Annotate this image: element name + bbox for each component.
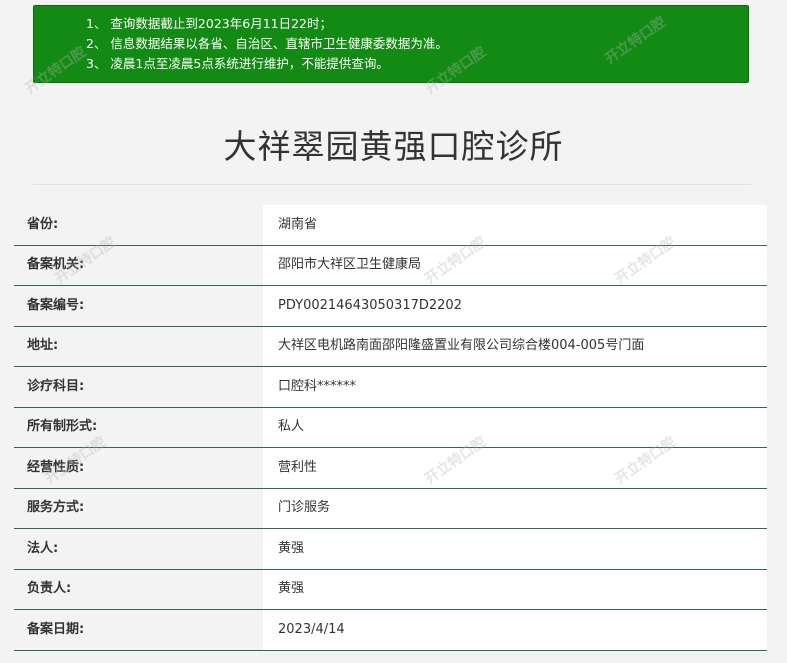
row-filing-date: 备案日期: 2023/4/14 — [14, 610, 767, 651]
row-label: 备案机关: — [14, 246, 263, 285]
row-label: 负责人: — [14, 570, 263, 609]
row-person-in-charge: 负责人: 黄强 — [14, 570, 767, 610]
row-value: 黄强 — [263, 570, 767, 609]
row-value: 2023/4/14 — [263, 610, 767, 650]
row-label: 法人: — [14, 529, 263, 569]
row-value: PDY00214643050317D2202 — [263, 286, 767, 326]
page-title: 大祥翠园黄强口腔诊所 — [223, 127, 564, 166]
row-business-nature: 经营性质: 营利性 — [14, 448, 767, 489]
row-label: 备案日期: — [14, 610, 263, 650]
row-address: 地址: 大祥区电机路南面邵阳隆盛置业有限公司综合楼004-005号门面 — [14, 327, 767, 367]
notice-line-1: 1、 查询数据截止到2023年6月11日22时； — [86, 16, 333, 31]
row-value: 门诊服务 — [263, 489, 767, 528]
row-value: 私人 — [263, 408, 767, 447]
notice-line-3: 3、 凌晨1点至凌晨5点系统进行维护，不能提供查询。 — [86, 56, 389, 71]
row-legal-person: 法人: 黄强 — [14, 529, 767, 570]
title-divider — [33, 184, 751, 185]
row-value: 湖南省 — [263, 205, 767, 245]
row-ownership: 所有制形式: 私人 — [14, 408, 767, 448]
row-filing-number: 备案编号: PDY00214643050317D2202 — [14, 286, 767, 327]
row-value: 口腔科****** — [263, 367, 767, 407]
notice-line-2: 2、 信息数据结果以各省、自治区、直辖市卫生健康委数据为准。 — [86, 36, 448, 51]
row-label: 服务方式: — [14, 489, 263, 528]
row-province: 省份: 湖南省 — [14, 205, 767, 246]
row-value: 大祥区电机路南面邵阳隆盛置业有限公司综合楼004-005号门面 — [263, 327, 767, 366]
row-label: 省份: — [14, 205, 263, 245]
row-value: 营利性 — [263, 448, 767, 488]
row-label: 经营性质: — [14, 448, 263, 488]
row-value: 邵阳市大祥区卫生健康局 — [263, 246, 767, 285]
notice-banner: 1、 查询数据截止到2023年6月11日22时； 2、 信息数据结果以各省、自治… — [33, 5, 749, 83]
row-service-mode: 服务方式: 门诊服务 — [14, 489, 767, 529]
row-label: 备案编号: — [14, 286, 263, 326]
row-filing-authority: 备案机关: 邵阳市大祥区卫生健康局 — [14, 246, 767, 286]
row-label: 地址: — [14, 327, 263, 366]
row-departments: 诊疗科目: 口腔科****** — [14, 367, 767, 408]
row-value: 黄强 — [263, 529, 767, 569]
info-table: 省份: 湖南省 备案机关: 邵阳市大祥区卫生健康局 备案编号: PDY00214… — [14, 205, 767, 651]
row-label: 所有制形式: — [14, 408, 263, 447]
row-label: 诊疗科目: — [14, 367, 263, 407]
